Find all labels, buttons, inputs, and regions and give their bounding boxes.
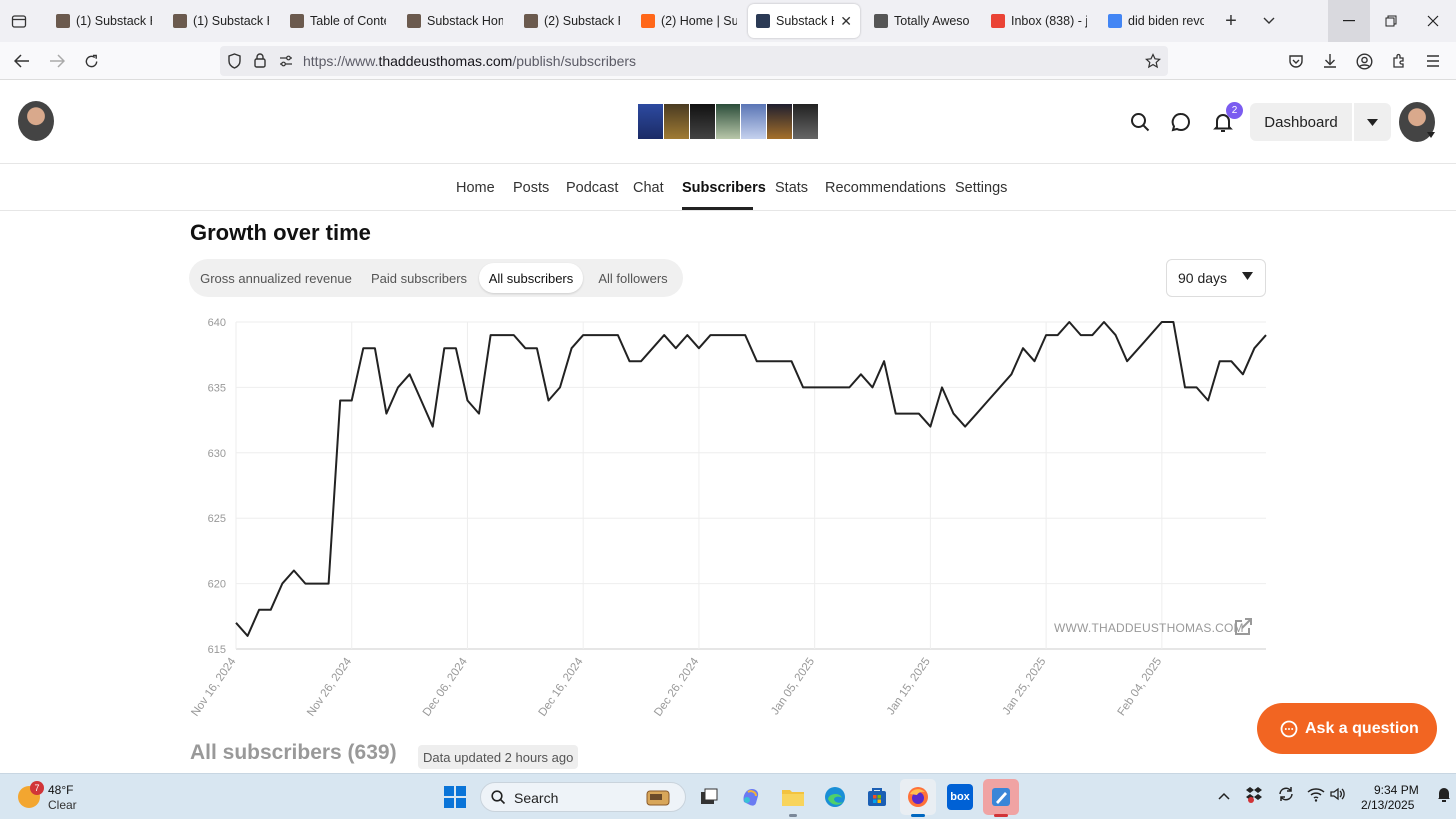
data-updated-badge: Data updated 2 hours ago (418, 745, 579, 769)
growth-chart: 615 620 625 630 635 640 Nov 16, 2024 Nov 26, 20… (189, 317, 1267, 719)
search-placeholder: Search (514, 790, 559, 806)
y-tick-label: 615 (208, 644, 226, 656)
subscribers-heading: All subscribers (639) (190, 741, 397, 764)
external-link-icon[interactable] (1233, 617, 1253, 637)
task-view-icon[interactable] (694, 782, 724, 812)
x-tick-label: Feb 04, 2025 (1116, 656, 1165, 718)
chat-bubble-icon (1280, 720, 1298, 738)
weather-alert-badge: 7 (30, 781, 44, 795)
clock-date[interactable]: 2/13/2025 (1361, 798, 1414, 812)
x-tick-label: Jan 15, 2025 (885, 656, 933, 717)
notifications-icon[interactable] (1437, 786, 1451, 805)
y-tick-label: 630 (208, 448, 226, 460)
running-indicator (911, 814, 925, 817)
x-tick-label: Jan 05, 2025 (769, 656, 817, 717)
running-indicator (789, 814, 797, 817)
weather-condition: Clear (48, 798, 77, 812)
ask-question-label: Ask a question (1305, 719, 1419, 737)
x-tick-label: Nov 16, 2024 (189, 655, 238, 718)
x-tick-label: Dec 16, 2024 (537, 655, 586, 718)
sync-icon[interactable] (1277, 785, 1295, 806)
file-explorer-icon[interactable] (778, 782, 808, 812)
weather-temperature: 48°F (48, 783, 74, 797)
box-icon[interactable]: box (945, 782, 975, 812)
search-highlight-icon (646, 790, 670, 806)
start-button[interactable] (440, 782, 470, 812)
y-tick-label: 640 (208, 317, 226, 329)
tray-chevron-icon[interactable] (1218, 788, 1230, 803)
x-tick-label: Dec 06, 2024 (421, 655, 470, 718)
copilot-icon[interactable] (736, 782, 766, 812)
search-icon (491, 790, 506, 805)
x-tick-label: Jan 25, 2025 (1001, 656, 1049, 717)
taskbar-search[interactable]: Search (480, 782, 686, 812)
firefox-icon[interactable] (900, 779, 936, 815)
x-tick-label: Dec 26, 2024 (652, 655, 701, 718)
x-tick-label: Nov 26, 2024 (305, 655, 354, 718)
y-tick-label: 625 (208, 513, 226, 525)
store-icon[interactable] (862, 782, 892, 812)
dropbox-icon[interactable] (1245, 785, 1263, 806)
ask-question-button[interactable]: Ask a question (1257, 703, 1437, 754)
edge-icon[interactable] (820, 782, 850, 812)
volume-icon[interactable] (1329, 786, 1345, 805)
windows-logo-icon (444, 786, 466, 808)
y-tick-label: 635 (208, 382, 226, 394)
windows-taskbar: 7 48°F Clear Search box 9:34 PM 2/13/202… (0, 773, 1456, 819)
clock-time[interactable]: 9:34 PM (1374, 783, 1419, 797)
chart-watermark: WWW.THADDEUSTHOMAS.COM (1054, 621, 1244, 635)
paint-icon[interactable] (983, 779, 1019, 815)
running-indicator (994, 814, 1008, 817)
wifi-icon[interactable] (1307, 786, 1325, 805)
y-tick-label: 620 (208, 579, 226, 591)
all-subscribers-line (235, 321, 1267, 637)
